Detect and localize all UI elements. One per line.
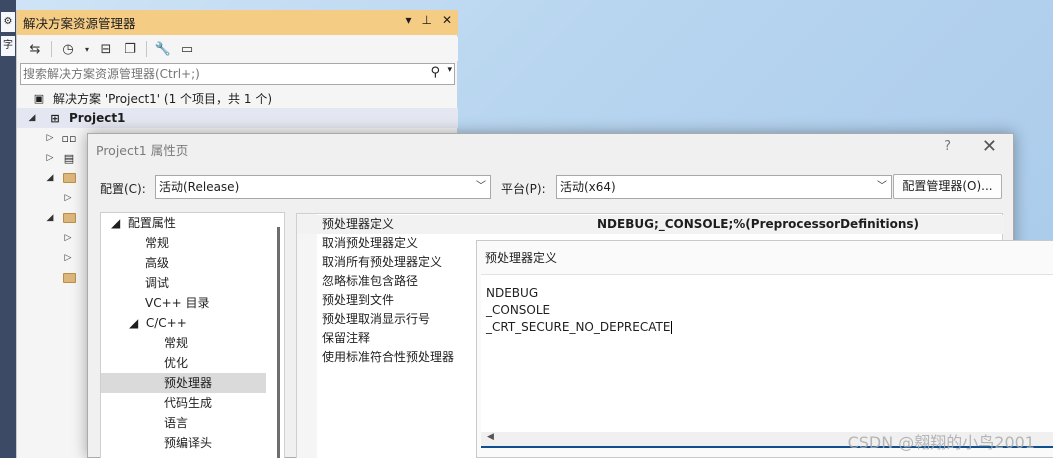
dialog-title: Project1 属性页: [96, 143, 189, 158]
tree-item-preprocessor[interactable]: 预处理器: [101, 373, 266, 393]
left-tool-strip: ⚙ 字: [0, 0, 16, 458]
property-tree: ◢ 配置属性 常规 高级 调试 VC++ 目录 ◢ C/C++ 常规 优化 预处…: [100, 212, 285, 458]
tree-item-general[interactable]: 常规: [145, 233, 169, 253]
text-caret: [671, 321, 673, 334]
expand-arrow-icon[interactable]: ▷: [43, 133, 57, 143]
folder-icon: [61, 211, 77, 225]
folder-icon: [61, 271, 77, 285]
help-button[interactable]: ?: [944, 139, 951, 154]
chevron-down-icon[interactable]: ﹀: [476, 176, 486, 198]
expand-arrow-icon[interactable]: ◢: [25, 113, 39, 123]
watermark: CSDN @翱翔的小鸟2001: [847, 433, 1035, 452]
side-tab[interactable]: 字: [1, 36, 15, 56]
definition-line-with-caret[interactable]: _CRT_SECURE_NO_DEPRECATE: [486, 320, 673, 334]
tree-item-code-generation[interactable]: 代码生成: [164, 393, 212, 413]
solution-icon: ▣: [33, 91, 45, 105]
project-label: Project1: [69, 111, 126, 125]
collapse-all-icon[interactable]: ⊟: [96, 39, 116, 59]
chevron-down-icon[interactable]: ﹀: [877, 176, 887, 198]
preview-icon[interactable]: ▭: [177, 39, 197, 59]
properties-wrench-icon[interactable]: 🔧: [153, 39, 173, 59]
search-icon[interactable]: ⚲: [430, 65, 440, 80]
tree-item-precompiled-headers[interactable]: 预编译头: [164, 433, 212, 453]
toolbar-separator: [51, 41, 52, 57]
expand-arrow-icon[interactable]: ▷: [61, 193, 75, 203]
expand-arrow-icon[interactable]: ▷: [61, 233, 75, 243]
collapse-arrow-icon[interactable]: ◢: [111, 216, 120, 230]
pin-icon[interactable]: ⊥: [421, 13, 431, 27]
toolbar-separator: [146, 41, 147, 57]
config-manager-button[interactable]: 配置管理器(O)...: [893, 174, 1002, 199]
definition-line[interactable]: _CONSOLE: [486, 303, 550, 317]
platform-label: 平台(P):: [501, 182, 546, 196]
tree-project-node[interactable]: ◢ ⊞ Project1: [17, 108, 458, 128]
tree-item-language[interactable]: 语言: [164, 413, 188, 433]
solution-explorer-title-bar: 解决方案资源管理器 ▾ ⊥ ✕: [17, 10, 458, 35]
config-value: 活动(Release): [159, 180, 240, 194]
switch-views-icon[interactable]: ⇆: [25, 39, 45, 59]
platform-select[interactable]: 活动(x64) ﹀: [556, 175, 892, 199]
expand-arrow-icon[interactable]: ▷: [61, 253, 75, 263]
platform-value: 活动(x64): [560, 180, 616, 194]
window-position-dropdown-icon[interactable]: ▾: [405, 13, 411, 27]
tree-item-vc-directories[interactable]: VC++ 目录: [145, 293, 210, 313]
references-icon: ▫▫: [61, 131, 77, 145]
tree-solution-node[interactable]: ▣ 解决方案 'Project1' (1 个项目，共 1 个): [17, 88, 458, 108]
config-select[interactable]: 活动(Release) ﹀: [155, 175, 491, 199]
close-button[interactable]: ✕: [982, 136, 997, 157]
close-icon[interactable]: ✕: [442, 13, 452, 27]
search-input[interactable]: [23, 65, 423, 83]
tree-item-cpp-general[interactable]: 常规: [164, 333, 188, 353]
collapse-arrow-icon[interactable]: ◢: [129, 316, 138, 330]
preprocessor-definitions-editor: 预处理器定义 NDEBUG _CONSOLE _CRT_SECURE_NO_DE…: [476, 240, 1053, 458]
gear-icon[interactable]: ⚙: [1, 12, 15, 32]
solution-explorer-toolbar: ⇆ ◷ ▾ ⊟ ❐ 🔧 ▭: [17, 37, 458, 61]
definition-line[interactable]: NDEBUG: [486, 286, 538, 300]
config-label: 配置(C):: [100, 182, 146, 196]
definitions-textarea[interactable]: NDEBUG _CONSOLE _CRT_SECURE_NO_DEPRECATE: [481, 274, 1053, 446]
property-row[interactable]: 预处理器定义 NDEBUG;_CONSOLE;%(PreprocessorDef…: [297, 215, 1004, 234]
property-value[interactable]: NDEBUG;_CONSOLE;%(PreprocessorDefinition…: [597, 215, 919, 234]
external-deps-icon: ▤: [63, 151, 75, 165]
scroll-left-arrow-icon[interactable]: ◀: [487, 432, 494, 442]
project-icon: ⊞: [50, 111, 60, 125]
folder-icon: [61, 171, 77, 185]
tree-item-optimization[interactable]: 优化: [164, 353, 188, 373]
editor-title: 预处理器定义: [485, 251, 558, 265]
solution-explorer-title: 解决方案资源管理器: [23, 16, 136, 31]
history-icon[interactable]: ◷: [58, 39, 78, 59]
show-all-files-icon[interactable]: ❐: [120, 39, 140, 59]
solution-explorer-search[interactable]: ⚲ ▾: [20, 63, 455, 85]
tree-item-debugging[interactable]: 调试: [145, 273, 169, 293]
tree-root-config-properties[interactable]: ◢ 配置属性: [111, 213, 176, 233]
history-dropdown-icon[interactable]: ▾: [82, 39, 92, 59]
expand-arrow-icon[interactable]: ◢: [43, 173, 57, 183]
search-options-dropdown-icon[interactable]: ▾: [447, 65, 452, 75]
tree-item-cpp[interactable]: ◢ C/C++: [129, 313, 187, 333]
tree-item-advanced[interactable]: 高级: [145, 253, 169, 273]
solution-label: 解决方案 'Project1' (1 个项目，共 1 个): [53, 91, 272, 106]
expand-arrow-icon[interactable]: ◢: [43, 213, 57, 223]
expand-arrow-icon[interactable]: ▷: [43, 153, 57, 163]
tree-scrollbar[interactable]: [277, 227, 280, 458]
